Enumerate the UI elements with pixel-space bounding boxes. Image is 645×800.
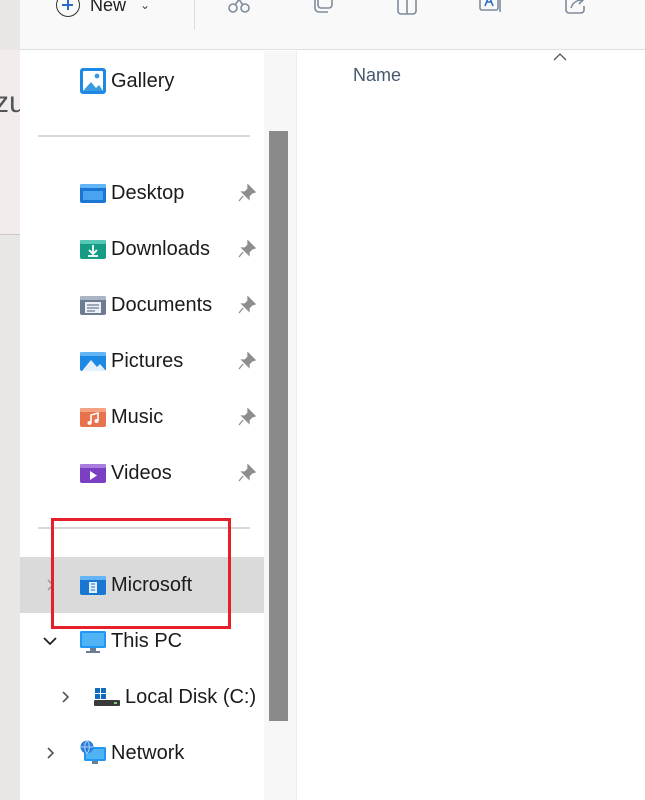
pin-icon [238, 352, 256, 370]
nav-item-label: Pictures [111, 349, 184, 372]
nav-item-videos[interactable]: Videos [20, 445, 264, 501]
nav-item-local-disk[interactable]: Local Disk (C:) [20, 669, 264, 725]
new-button-label: New [90, 0, 127, 15]
nav-item-label: Gallery [111, 69, 175, 92]
nav-item-music[interactable]: Music [20, 389, 264, 445]
share-icon[interactable] [562, 0, 588, 16]
background-window-text: zu [0, 86, 22, 119]
pin-icon [238, 296, 256, 314]
music-folder-icon [80, 408, 106, 427]
chevron-right-icon[interactable] [42, 745, 58, 761]
nav-item-label: Documents [111, 293, 213, 316]
column-header-name[interactable]: Name [353, 65, 401, 86]
nav-item-documents[interactable]: Documents [20, 277, 264, 333]
nav-scrollbar-thumb[interactable] [269, 131, 288, 721]
navigation-pane: Gallery Desktop Downloads Documents Pict… [20, 51, 296, 800]
nav-item-label: This PC [111, 629, 183, 652]
cut-icon[interactable] [226, 0, 252, 16]
nav-item-label: Music [111, 405, 164, 428]
nav-item-desktop[interactable]: Desktop [20, 165, 264, 221]
command-bar: New ⌄ [20, 0, 645, 50]
background-window-panel [0, 50, 22, 235]
plus-icon [56, 0, 80, 17]
pin-icon [238, 408, 256, 426]
computer-icon [80, 631, 106, 653]
nav-item-label: Local Disk (C:) [125, 685, 257, 708]
pin-icon [238, 240, 256, 258]
desktop-folder-icon [80, 184, 106, 203]
chevron-down-icon: ⌄ [140, 0, 151, 12]
paste-icon[interactable] [394, 0, 420, 16]
new-button[interactable]: New ⌄ [56, 0, 150, 20]
pin-icon [238, 184, 256, 202]
nav-item-label: Videos [111, 461, 172, 484]
pictures-folder-icon [80, 352, 106, 371]
nav-divider [38, 135, 250, 137]
chevron-down-icon[interactable] [42, 633, 58, 649]
copy-icon[interactable] [310, 0, 336, 16]
nav-item-gallery[interactable]: Gallery [20, 53, 264, 109]
nav-item-label: Network [111, 741, 185, 764]
documents-folder-icon [80, 296, 106, 315]
highlight-box [51, 518, 231, 629]
drive-icon [94, 688, 120, 706]
background-window: zu [0, 0, 22, 800]
nav-item-network[interactable]: Network [20, 725, 264, 781]
sort-ascending-icon [553, 53, 567, 61]
nav-item-label: Downloads [111, 237, 210, 260]
file-list: Name [297, 51, 645, 800]
gallery-icon [80, 68, 106, 94]
network-icon [80, 740, 106, 764]
rename-icon[interactable] [478, 0, 504, 16]
nav-item-downloads[interactable]: Downloads [20, 221, 264, 277]
pin-icon [238, 464, 256, 482]
videos-folder-icon [80, 464, 106, 483]
file-explorer-window: New ⌄ Gallery Desktop Downloads Document… [20, 0, 645, 800]
nav-item-label: Desktop [111, 181, 185, 204]
chevron-right-icon[interactable] [57, 689, 73, 705]
nav-item-pictures[interactable]: Pictures [20, 333, 264, 389]
toolbar-separator [194, 0, 195, 30]
downloads-folder-icon [80, 240, 106, 259]
